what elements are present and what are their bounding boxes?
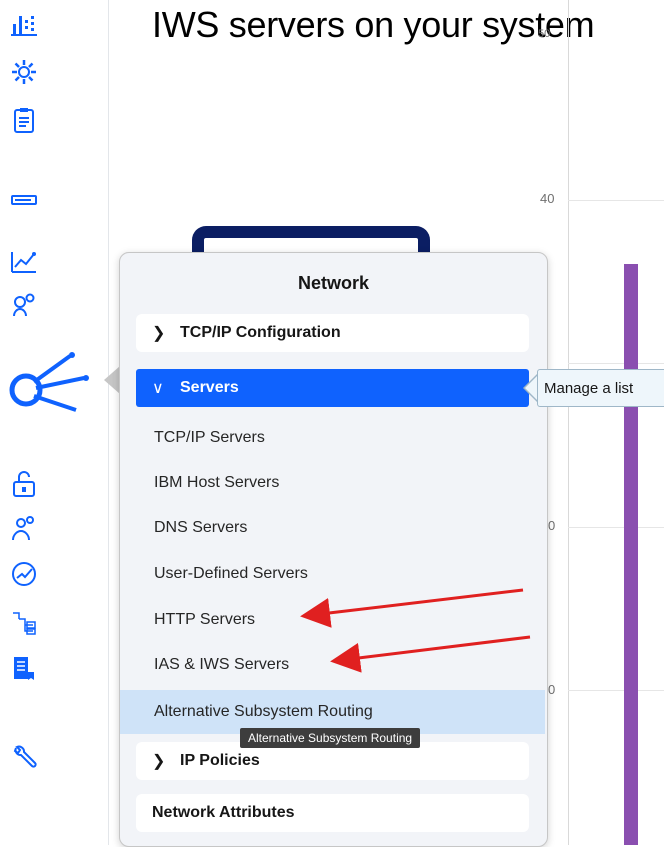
chevron-down-icon: ∨ bbox=[152, 380, 164, 397]
popover-title: Network bbox=[297, 273, 369, 293]
tools-icon[interactable] bbox=[10, 744, 38, 772]
chart-gridline bbox=[568, 690, 664, 691]
servers-tooltip: Manage a list bbox=[537, 369, 664, 407]
page-title: IWS servers on your system bbox=[152, 4, 595, 45]
group-label: Servers bbox=[180, 379, 239, 396]
tcpip-configuration-group[interactable]: ❯ TCP/IP Configuration bbox=[136, 314, 529, 352]
workflow-icon[interactable] bbox=[10, 608, 38, 636]
chart-gridline bbox=[568, 363, 664, 364]
lock-icon[interactable] bbox=[10, 470, 38, 498]
group-label: Network Attributes bbox=[152, 804, 295, 821]
chart-tick-label: 0 bbox=[548, 682, 556, 697]
chevron-right-icon: ❯ bbox=[152, 753, 166, 770]
network-attributes-item[interactable]: Network Attributes bbox=[136, 794, 529, 832]
left-nav-rail bbox=[0, 0, 109, 845]
chart-bar bbox=[624, 264, 638, 845]
menu-item-ibm-host-servers[interactable]: IBM Host Servers bbox=[136, 464, 529, 502]
config-gears-icon[interactable] bbox=[10, 290, 38, 318]
gauge-icon[interactable] bbox=[10, 560, 38, 588]
menu-item-http-servers[interactable]: HTTP Servers bbox=[136, 601, 529, 639]
dashboard-icon[interactable] bbox=[10, 10, 38, 38]
menu-item-user-defined-servers[interactable]: User-Defined Servers bbox=[136, 555, 529, 593]
popover-pointer bbox=[104, 366, 120, 394]
chart-axis-line bbox=[568, 0, 569, 845]
menu-item-dns-servers[interactable]: DNS Servers bbox=[136, 509, 529, 547]
network-icon[interactable] bbox=[4, 352, 94, 412]
chevron-right-icon: ❯ bbox=[152, 325, 166, 342]
servers-group[interactable]: ∨ Servers bbox=[136, 369, 529, 407]
menu-item-ias-iws-servers[interactable]: IAS & IWS Servers bbox=[136, 646, 529, 684]
performance-chart-icon[interactable] bbox=[10, 246, 38, 274]
hover-tooltip: Alternative Subsystem Routing bbox=[240, 728, 421, 748]
storage-icon[interactable] bbox=[10, 186, 38, 214]
chart-gridline bbox=[568, 200, 664, 201]
chart-gridline bbox=[568, 527, 664, 528]
chart-tick-label: 40 bbox=[540, 191, 555, 206]
menu-item-tcpip-servers[interactable]: TCP/IP Servers bbox=[136, 419, 529, 457]
group-label: TCP/IP Configuration bbox=[180, 324, 341, 341]
network-popover-menu: Network ❯ TCP/IP Configuration ∨ Servers… bbox=[119, 252, 548, 847]
clipboard-icon[interactable] bbox=[10, 106, 38, 134]
chart-tick-label: 50 bbox=[538, 28, 551, 40]
settings-gear-icon[interactable] bbox=[10, 58, 38, 86]
chart-tick-label: 0 bbox=[548, 518, 556, 533]
group-label: IP Policies bbox=[180, 752, 260, 769]
users-icon[interactable] bbox=[10, 514, 38, 542]
journal-icon[interactable] bbox=[10, 654, 38, 682]
